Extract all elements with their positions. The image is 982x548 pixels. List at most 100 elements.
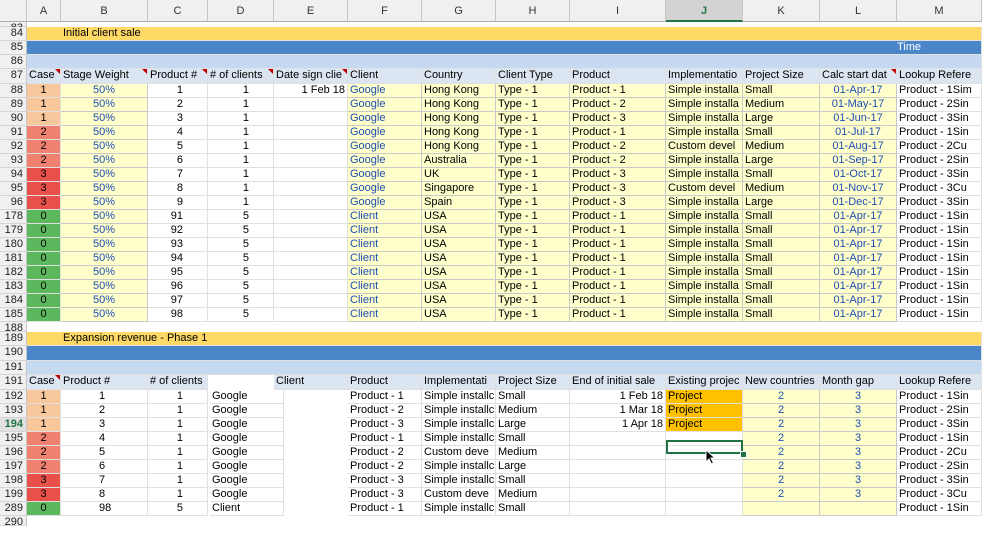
client-cell[interactable]: Google [210,488,284,502]
project-size-cell[interactable]: Large [743,112,820,126]
existing-project-cell[interactable]: Project [666,418,743,432]
implementation-cell[interactable]: Simple installa [666,112,743,126]
product-cell[interactable]: Product - 1 [348,390,422,404]
client-cell[interactable]: Google [210,390,284,404]
project-size-cell[interactable]: Small [743,280,820,294]
product-number-cell[interactable]: 1 [61,390,148,404]
implementation-cell[interactable]: Custom deve [422,446,496,460]
new-countries-cell[interactable]: 2 [743,418,820,432]
row-header[interactable]: 94 [0,168,27,182]
case-cell[interactable]: 0 [27,294,61,308]
implementation-cell[interactable]: Simple installa [666,126,743,140]
column-header-e[interactable]: E [274,0,348,22]
row-header[interactable]: 85 [0,41,27,55]
row-header[interactable]: 199 [0,488,27,502]
product-number-cell[interactable]: 8 [148,182,208,196]
client-cell[interactable]: Client [348,266,422,280]
clients-count-cell[interactable]: 1 [208,126,274,140]
stage-weight-cell[interactable]: 50% [61,294,148,308]
fill-handle[interactable] [740,451,747,458]
client-type-cell[interactable]: Type - 1 [496,112,570,126]
new-countries-cell[interactable] [743,502,820,516]
implementation-cell[interactable]: Simple installa [666,238,743,252]
row-header[interactable]: 88 [0,84,27,98]
client-type-cell[interactable]: Type - 1 [496,154,570,168]
row-header[interactable]: 193 [0,404,27,418]
date-sign-cell[interactable] [274,308,348,322]
clients-count-cell[interactable]: 5 [208,294,274,308]
select-all-corner[interactable] [0,0,27,22]
clients-count-cell[interactable]: 1 [148,432,208,446]
client-type-cell[interactable]: Type - 1 [496,126,570,140]
case-cell[interactable]: 0 [27,280,61,294]
lookup-ref-cell[interactable]: Product - 3Sin [897,474,982,488]
case-cell[interactable]: 3 [27,474,61,488]
product-cell[interactable]: Product - 3 [348,474,422,488]
client-cell[interactable]: Client [348,280,422,294]
client-cell[interactable]: Client [348,252,422,266]
product-cell[interactable]: Product - 1 [570,252,666,266]
lookup-ref-cell[interactable]: Product - 1Sin [897,238,982,252]
stage-weight-cell[interactable]: 50% [61,252,148,266]
calc-start-cell[interactable]: 01-Apr-17 [820,224,897,238]
country-cell[interactable]: Hong Kong [422,84,496,98]
implementation-cell[interactable]: Simple installc [422,432,496,446]
date-sign-cell[interactable] [274,126,348,140]
date-sign-cell[interactable] [274,112,348,126]
lookup-ref-cell[interactable]: Product - 1Sin [897,126,982,140]
client-type-cell[interactable]: Type - 1 [496,98,570,112]
end-initial-sale-cell[interactable]: 1 Feb 18 [570,390,666,404]
date-sign-cell[interactable] [274,210,348,224]
end-initial-sale-cell[interactable] [570,488,666,502]
new-countries-cell[interactable]: 2 [743,432,820,446]
lookup-ref-cell[interactable]: Product - 2Sin [897,404,982,418]
month-gap-cell[interactable]: 3 [820,404,897,418]
case-cell[interactable]: 3 [27,182,61,196]
clients-count-cell[interactable]: 5 [148,502,208,516]
case-cell[interactable]: 3 [27,196,61,210]
lookup-ref-cell[interactable]: Product - 1Sim [897,84,982,98]
clients-count-cell[interactable]: 1 [208,154,274,168]
lookup-ref-cell[interactable]: Product - 1Sin [897,432,982,446]
date-sign-cell[interactable]: 1 Feb 18 [274,84,348,98]
product-number-cell[interactable]: 97 [148,294,208,308]
product-number-cell[interactable]: 2 [61,404,148,418]
product-cell[interactable]: Product - 3 [570,168,666,182]
end-initial-sale-cell[interactable] [570,474,666,488]
clients-count-cell[interactable]: 5 [208,252,274,266]
row-header[interactable]: 191 [0,361,27,375]
row-header[interactable]: 96 [0,196,27,210]
case-cell[interactable]: 0 [27,266,61,280]
country-cell[interactable]: USA [422,280,496,294]
client-type-cell[interactable]: Type - 1 [496,182,570,196]
product-number-cell[interactable]: 7 [61,474,148,488]
country-cell[interactable]: Singapore [422,182,496,196]
date-sign-cell[interactable] [274,252,348,266]
calc-start-cell[interactable]: 01-Apr-17 [820,252,897,266]
calc-start-cell[interactable]: 01-Jul-17 [820,126,897,140]
row-header[interactable]: 91 [0,126,27,140]
lookup-ref-cell[interactable]: Product - 2Sin [897,460,982,474]
product-cell[interactable]: Product - 1 [348,502,422,516]
stage-weight-cell[interactable]: 50% [61,280,148,294]
column-header-c[interactable]: C [148,0,208,22]
existing-project-cell[interactable] [666,488,743,502]
country-cell[interactable]: USA [422,252,496,266]
case-cell[interactable]: 1 [27,404,61,418]
project-size-cell[interactable]: Small [743,224,820,238]
client-cell[interactable]: Google [348,154,422,168]
client-type-cell[interactable]: Type - 1 [496,224,570,238]
client-cell[interactable]: Google [348,112,422,126]
end-initial-sale-cell[interactable]: 1 Mar 18 [570,404,666,418]
client-cell[interactable]: Google [348,196,422,210]
stage-weight-cell[interactable]: 50% [61,140,148,154]
stage-weight-cell[interactable]: 50% [61,196,148,210]
client-type-cell[interactable]: Type - 1 [496,168,570,182]
country-cell[interactable]: USA [422,238,496,252]
column-header-b[interactable]: B [61,0,148,22]
new-countries-cell[interactable]: 2 [743,446,820,460]
lookup-ref-cell[interactable]: Product - 3Sin [897,112,982,126]
new-countries-cell[interactable]: 2 [743,404,820,418]
new-countries-cell[interactable]: 2 [743,474,820,488]
client-cell[interactable]: Google [210,404,284,418]
